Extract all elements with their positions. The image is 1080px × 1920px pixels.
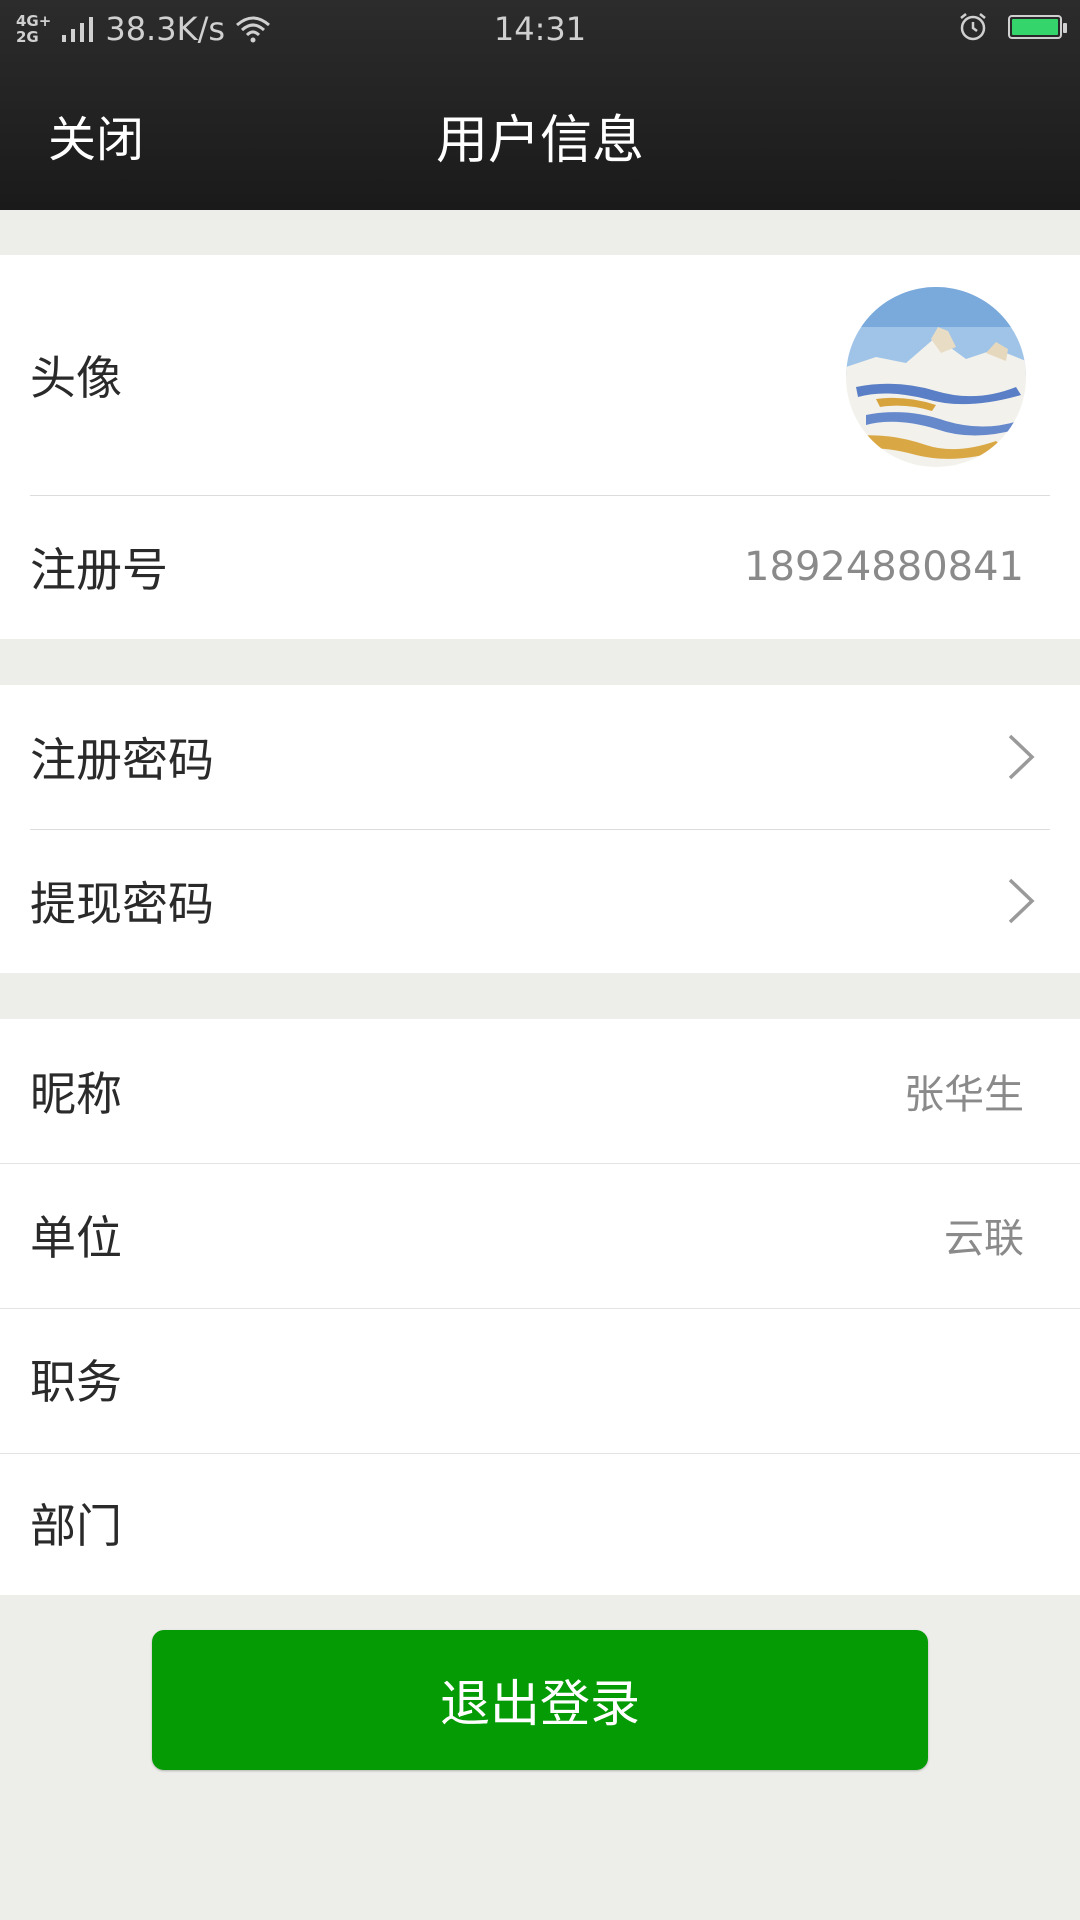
unit-label: 单位 — [30, 1211, 122, 1265]
reg-password-row[interactable]: 注册密码 — [0, 685, 1080, 829]
nickname-label: 昵称 — [30, 1067, 122, 1121]
chevron-right-icon — [1008, 734, 1035, 780]
avatar[interactable] — [846, 287, 1026, 467]
reg-number-label: 注册号 — [30, 543, 168, 597]
battery-icon — [1008, 15, 1067, 39]
withdraw-password-label: 提现密码 — [30, 877, 214, 931]
battery-level — [1012, 19, 1058, 35]
status-time: 14:31 — [493, 10, 587, 48]
page-title: 用户信息 — [435, 111, 644, 171]
nickname-value: 张华生 — [904, 1072, 1024, 1118]
reg-number-row: 注册号 18924880841 — [0, 495, 1080, 639]
alarm-icon — [960, 13, 986, 41]
position-row[interactable]: 职务 — [0, 1307, 1080, 1451]
unit-value: 云联 — [944, 1216, 1024, 1262]
logout-button[interactable]: 退出登录 — [152, 1630, 928, 1770]
nickname-row[interactable]: 昵称 张华生 — [0, 1019, 1080, 1163]
department-row[interactable]: 部门 — [0, 1451, 1080, 1595]
status-bar: 4G+ 2G 38.3K/s 14:31 — [0, 0, 1080, 58]
position-label: 职务 — [30, 1355, 122, 1409]
avatar-label: 头像 — [30, 351, 122, 405]
withdraw-password-row[interactable]: 提现密码 — [0, 829, 1080, 973]
unit-row[interactable]: 单位 云联 — [0, 1163, 1080, 1307]
avatar-row[interactable]: 头像 — [0, 255, 1080, 495]
security-section: 注册密码 提现密码 — [0, 685, 1080, 973]
avatar-image — [846, 287, 1026, 467]
chevron-right-icon — [1008, 878, 1035, 924]
app-header: 4G+ 2G 38.3K/s 14:31 关闭 用户信息 — [0, 0, 1080, 210]
profile-section: 头像 注册号 18924880841 — [0, 255, 1080, 639]
department-label: 部门 — [30, 1499, 122, 1553]
reg-password-label: 注册密码 — [30, 733, 214, 787]
details-section: 昵称 张华生 单位 云联 职务 部门 — [0, 1019, 1080, 1595]
status-right — [958, 12, 1067, 42]
reg-number-value: 18924880841 — [744, 544, 1024, 590]
